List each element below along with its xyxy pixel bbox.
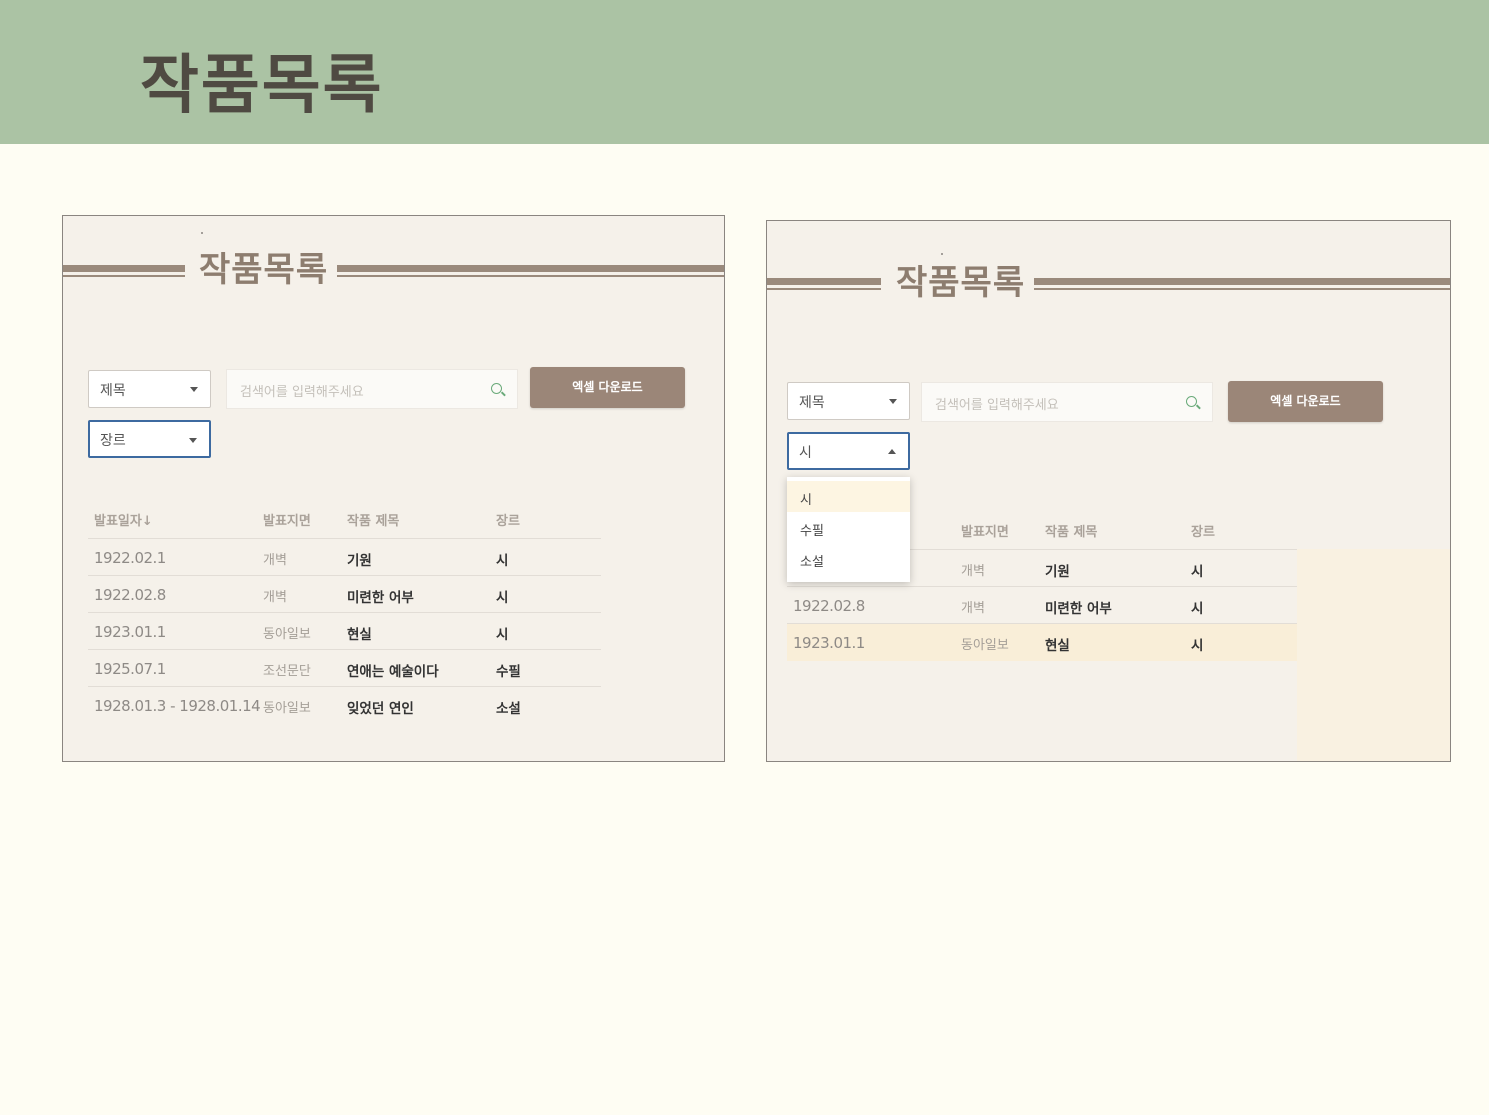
cell-date: 1923.01.1: [94, 623, 166, 641]
slide-header-bar: 작품목록: [0, 0, 1489, 144]
dropdown-option-poem[interactable]: 시: [787, 481, 910, 512]
cell-genre: 시: [1191, 564, 1204, 580]
cell-date: 1925.07.1: [94, 660, 166, 678]
dropdown-option-essay[interactable]: 수필: [787, 512, 910, 543]
cell-publication: 개벽: [263, 553, 287, 568]
search-field-select[interactable]: 제목: [787, 382, 910, 420]
cell-date: 1923.01.1: [793, 634, 865, 652]
dropdown-option-novel[interactable]: 소설: [787, 543, 910, 574]
title-rule-left: [63, 265, 185, 272]
table-row[interactable]: 1923.01.1 동아일보 현실 시: [787, 624, 1297, 661]
cell-genre: 시: [496, 627, 509, 643]
search-input[interactable]: 검색어를 입력해주세요: [226, 369, 518, 409]
cell-date: 1922.02.1: [94, 549, 166, 567]
cell-title[interactable]: 연애는 예술이다: [347, 660, 439, 680]
table-row[interactable]: 1922.02.8 개벽 미련한 어부 시: [787, 587, 1297, 624]
works-table: 발표일자↓ 발표지면 작품 제목 장르 1922.02.1 개벽 기원 시 19…: [88, 506, 601, 726]
highlight-area: [1297, 549, 1450, 761]
search-field-select[interactable]: 제목: [88, 370, 211, 408]
cell-publication: 조선문단: [263, 664, 311, 679]
cell-title[interactable]: 잊었던 연인: [347, 697, 414, 717]
cell-genre: 시: [1191, 601, 1204, 617]
excel-download-button[interactable]: 엑셀 다운로드: [530, 367, 685, 408]
search-icon[interactable]: [491, 383, 502, 394]
excel-download-button[interactable]: 엑셀 다운로드: [1228, 381, 1383, 422]
cell-publication: 개벽: [961, 564, 985, 579]
table-row[interactable]: 1925.07.1 조선문단 연애는 예술이다 수필: [88, 650, 601, 687]
page-title: 작품목록: [896, 263, 1026, 303]
cell-date: 1922.02.8: [94, 586, 166, 604]
cell-genre: 소설: [496, 701, 521, 717]
screenshot-panel-dropdown-open: 작품목록 제목 검색어를 입력해주세요 엑셀 다운로드 시 시 수필 소설 발표…: [766, 220, 1451, 762]
genre-select[interactable]: 시: [787, 432, 910, 470]
table-row[interactable]: 1928.01.3 - 1928.01.14 동아일보 잊었던 연인 소설: [88, 687, 601, 724]
title-rule-left-thin: [63, 275, 185, 277]
genre-dropdown-menu: 시 수필 소설: [787, 477, 910, 582]
chevron-up-icon: [888, 449, 896, 454]
search-placeholder: 검색어를 입력해주세요: [240, 385, 364, 400]
cell-publication: 동아일보: [263, 701, 311, 716]
cell-title[interactable]: 기원: [1045, 560, 1070, 580]
genre-select-value: 장르: [100, 433, 126, 449]
cell-publication: 동아일보: [961, 638, 1009, 653]
cell-genre: 시: [496, 553, 509, 569]
title-rule-right-thin: [1034, 288, 1450, 290]
decorative-dot: [201, 232, 203, 234]
table-row[interactable]: 1922.02.8 개벽 미련한 어부 시: [88, 576, 601, 613]
cell-date: 1928.01.3 - 1928.01.14: [94, 697, 261, 715]
cell-date: 1922.02.8: [793, 597, 865, 615]
search-field-select-value: 제목: [799, 395, 825, 411]
chevron-down-icon: [190, 387, 198, 392]
cell-title[interactable]: 현실: [1045, 634, 1070, 654]
cell-publication: 개벽: [961, 601, 985, 616]
genre-select-value: 시: [799, 445, 812, 461]
table-row[interactable]: 1922.02.1 개벽 기원 시: [88, 539, 601, 576]
title-rule-left: [767, 278, 881, 285]
search-placeholder: 검색어를 입력해주세요: [935, 398, 1059, 413]
slide-title: 작품목록: [140, 48, 384, 123]
title-rule-right: [337, 265, 724, 272]
cell-title[interactable]: 기원: [347, 549, 372, 569]
title-rule-right: [1034, 278, 1450, 285]
genre-select[interactable]: 장르: [88, 420, 211, 458]
screenshot-panel-default: 작품목록 제목 검색어를 입력해주세요 엑셀 다운로드 장르 발표일자↓ 발표지…: [62, 215, 725, 762]
chevron-down-icon: [189, 438, 197, 443]
page-title: 작품목록: [199, 250, 329, 290]
cell-genre: 시: [496, 590, 509, 606]
cell-genre: 시: [1191, 638, 1204, 654]
search-field-select-value: 제목: [100, 383, 126, 399]
table-row[interactable]: 1923.01.1 동아일보 현실 시: [88, 613, 601, 650]
table-header-row: [88, 506, 601, 539]
cell-title[interactable]: 미련한 어부: [347, 586, 414, 606]
cell-title[interactable]: 미련한 어부: [1045, 597, 1112, 617]
chevron-down-icon: [889, 399, 897, 404]
cell-publication: 개벽: [263, 590, 287, 605]
search-icon[interactable]: [1186, 396, 1197, 407]
search-input[interactable]: 검색어를 입력해주세요: [921, 382, 1213, 422]
title-rule-right-thin: [337, 275, 724, 277]
title-rule-left-thin: [767, 288, 881, 290]
cell-publication: 동아일보: [263, 627, 311, 642]
cell-genre: 수필: [496, 664, 521, 680]
cell-title[interactable]: 현실: [347, 623, 372, 643]
